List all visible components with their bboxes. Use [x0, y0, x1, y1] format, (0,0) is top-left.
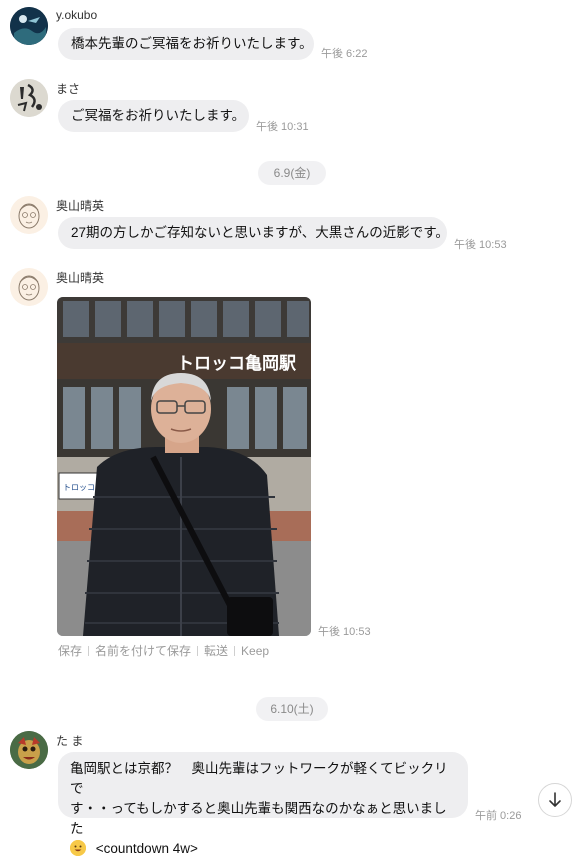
scroll-to-bottom-button[interactable] — [538, 783, 572, 817]
message-bubble[interactable]: 橋本先輩のご冥福をお祈りいたします。 — [58, 28, 314, 60]
date-separator: 6.10(土) — [256, 697, 328, 721]
sender-name: まさ — [56, 82, 81, 96]
sender-name: 奥山晴英 — [56, 199, 105, 213]
message-line: 亀岡駅とは京都？ 奥山先輩はフットワークが軽くてビックリで — [70, 761, 448, 796]
avatar[interactable] — [10, 731, 48, 769]
keep-action[interactable]: Keep — [241, 644, 269, 658]
message-time: 午後 6:22 — [321, 48, 368, 60]
message-text: <countdown 4w> — [95, 841, 198, 856]
avatar[interactable] — [10, 196, 48, 234]
message-line: す・・ってもしかすると奥山先輩も関西なのかなぁと思いました — [70, 801, 447, 836]
avatar[interactable] — [10, 7, 48, 45]
message-time: 午後 10:31 — [256, 121, 309, 133]
message-bubble[interactable]: ご冥福をお祈りいたします。 — [58, 100, 249, 132]
message-bubble[interactable]: 27期の方しかご存知ないと思いますが、大黒さんの近影です。 — [58, 217, 449, 249]
save-as-action[interactable]: 名前を付けて保存 — [95, 644, 191, 658]
message-bubble[interactable]: 亀岡駅とは京都？ 奥山先輩はフットワークが軽くてビックリで す・・ってもしかする… — [58, 752, 468, 856]
station-sign-text: トロッコ亀岡駅 — [177, 353, 297, 374]
forward-action[interactable]: 転送 — [204, 644, 228, 658]
arrow-down-icon — [549, 792, 561, 807]
message-line-emoji: <countdown 4w> — [70, 839, 456, 859]
divider — [88, 646, 90, 656]
message-time: 午後 10:53 — [454, 239, 507, 251]
message-time: 午後 10:53 — [318, 626, 371, 638]
smile-emoji-icon — [70, 840, 86, 856]
save-action[interactable]: 保存 — [58, 644, 82, 658]
sender-name: た ま — [56, 734, 84, 748]
avatar[interactable] — [10, 268, 48, 306]
divider — [234, 646, 236, 656]
sender-name: 奥山晴英 — [56, 271, 105, 285]
sender-name: y.okubo — [56, 8, 98, 22]
message-photo[interactable]: トロッコ亀岡駅 トロッコ亀岡駅 — [57, 297, 311, 636]
image-actions: 保存 名前を付けて保存 転送 Keep — [58, 642, 269, 659]
divider — [197, 646, 199, 656]
avatar[interactable] — [10, 79, 48, 117]
message-time: 午前 0:26 — [475, 810, 522, 822]
date-separator: 6.9(金) — [258, 161, 326, 185]
